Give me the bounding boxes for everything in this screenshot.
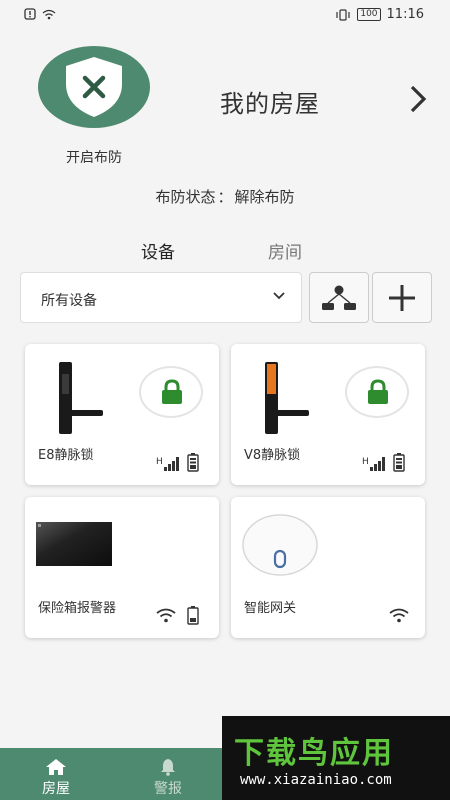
chevron-right-icon[interactable] — [408, 84, 428, 114]
arm-status-label: 布防状态 — [155, 188, 216, 206]
tab-rooms[interactable]: 房间 — [268, 238, 302, 263]
lock-icon — [368, 379, 388, 404]
safe-alarm-image — [36, 522, 112, 566]
gateway-image — [242, 514, 318, 576]
nav-home-label: 房屋 — [42, 781, 70, 797]
lock-status-button[interactable] — [139, 366, 203, 418]
device-name: E8静脉锁 — [38, 448, 94, 463]
add-device-button[interactable] — [372, 272, 432, 323]
svg-text:H: H — [362, 457, 369, 467]
status-time: 11:16 — [386, 7, 424, 22]
house-title[interactable]: 我的房屋 — [220, 84, 320, 119]
status-left — [24, 8, 56, 20]
device-filter-value: 所有设备 — [41, 293, 97, 309]
nav-alarm-label: 警报 — [154, 781, 182, 797]
watermark-url: www.xiazainiao.com — [240, 772, 392, 788]
shield-icon — [66, 57, 122, 117]
arm-status-colon: ： — [217, 188, 233, 206]
plus-icon — [389, 284, 415, 311]
wifi-icon — [389, 608, 409, 623]
device-name: 智能网关 — [244, 601, 297, 616]
wifi-icon — [156, 608, 176, 623]
vibrate-icon — [336, 8, 350, 21]
lock-status-button[interactable] — [345, 366, 409, 418]
device-card-e8[interactable]: E8静脉锁 H — [25, 344, 219, 485]
device-card-v8[interactable]: V8静脉锁 H — [231, 344, 425, 485]
svg-text:H: H — [156, 457, 163, 467]
bell-icon — [161, 759, 175, 776]
battery-icon — [187, 453, 199, 472]
topology-icon — [322, 285, 356, 310]
chevron-down-icon — [273, 292, 285, 300]
device-name: 保险箱报警器 — [38, 601, 117, 616]
device-card-safe-alarm[interactable]: 保险箱报警器 — [25, 497, 219, 638]
battery-icon — [187, 606, 199, 625]
status-bar: 100 11:16 — [0, 0, 450, 30]
topology-button[interactable] — [309, 272, 369, 323]
device-name: V8静脉锁 — [244, 448, 301, 463]
door-lock-image — [59, 362, 103, 434]
nav-home[interactable]: 房屋 — [16, 748, 96, 800]
alert-icon — [24, 8, 36, 20]
arm-label[interactable]: 开启布防 — [44, 147, 144, 167]
status-right: 100 11:16 — [335, 7, 424, 22]
arm-status: 布防状态：解除布防 — [0, 186, 450, 207]
arm-status-value: 解除布防 — [234, 188, 295, 206]
battery-icon — [393, 453, 405, 472]
device-filter-select[interactable]: 所有设备 — [20, 272, 302, 323]
watermark-brand: 下载鸟应用 — [234, 736, 394, 771]
device-card-gateway[interactable]: 智能网关 — [231, 497, 425, 638]
lock-icon — [162, 379, 182, 404]
home-icon — [46, 759, 66, 775]
door-lock-image — [265, 362, 309, 434]
status-battery: 100 — [357, 8, 381, 21]
nav-alarm[interactable]: 警报 — [128, 748, 208, 800]
wifi-status-icon — [42, 9, 56, 19]
arm-toggle-button[interactable] — [38, 46, 150, 128]
signal-icon: H — [362, 457, 385, 471]
tab-devices[interactable]: 设备 — [141, 238, 175, 263]
signal-icon: H — [156, 457, 179, 471]
watermark: 下载鸟应用 www.xiazainiao.com — [222, 716, 450, 800]
